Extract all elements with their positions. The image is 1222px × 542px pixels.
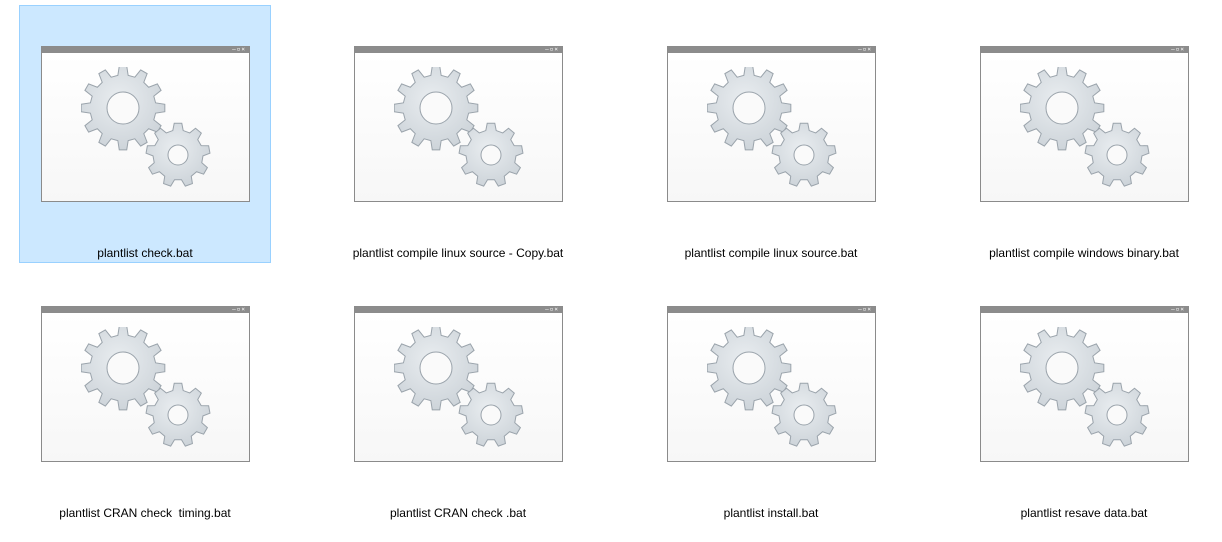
gear-hole — [1106, 404, 1128, 426]
file-name-label: plantlist compile linux source.bat — [684, 246, 858, 260]
gear-hole — [480, 144, 502, 166]
gear-hole — [1106, 144, 1128, 166]
batch-file-thumbnail: –▫× — [354, 306, 563, 462]
gear-hole — [793, 404, 815, 426]
batch-file-thumbnail: –▫× — [980, 306, 1189, 462]
gears-icon — [1020, 327, 1150, 447]
gear-hole — [1045, 351, 1079, 385]
gears-icon — [707, 67, 837, 187]
gear-hole — [732, 91, 766, 125]
gear-hole — [1045, 91, 1079, 125]
previous-row-fragment — [758, 0, 782, 2]
gear-hole — [106, 91, 140, 125]
file-item[interactable]: –▫× plantlist resave data.bat — [958, 265, 1210, 523]
file-explorer-large-icons-view: –▫× plantlist check.bat –▫× plantlist co… — [0, 0, 1222, 542]
file-item[interactable]: –▫× plantlist CRAN check .bat — [332, 265, 584, 523]
batch-file-thumbnail: –▫× — [667, 46, 876, 202]
gears-icon — [394, 327, 524, 447]
gear-hole — [480, 404, 502, 426]
gear-hole — [167, 404, 189, 426]
file-name-label: plantlist CRAN check timing.bat — [59, 506, 231, 520]
batch-file-thumbnail: –▫× — [667, 306, 876, 462]
gear-hole — [106, 351, 140, 385]
file-item[interactable]: –▫× plantlist compile linux source.bat — [645, 5, 897, 263]
gears-icon — [81, 327, 211, 447]
file-name-label: plantlist compile linux source - Copy.ba… — [352, 246, 564, 260]
batch-file-thumbnail: –▫× — [41, 306, 250, 462]
file-name-label: plantlist install.bat — [723, 506, 819, 520]
file-item[interactable]: –▫× plantlist install.bat — [645, 265, 897, 523]
file-item[interactable]: –▫× plantlist CRAN check timing.bat — [19, 265, 271, 523]
gear-hole — [167, 144, 189, 166]
gears-icon — [394, 67, 524, 187]
file-name-label: plantlist compile windows binary.bat — [989, 246, 1179, 260]
batch-file-thumbnail: –▫× — [41, 46, 250, 202]
gears-icon — [1020, 67, 1150, 187]
previous-row-fragment — [443, 0, 467, 2]
gears-icon — [707, 327, 837, 447]
file-item[interactable]: –▫× plantlist compile linux source - Cop… — [332, 5, 584, 263]
gears-icon — [81, 67, 211, 187]
previous-row-fragment — [1070, 0, 1094, 2]
gear-hole — [419, 91, 453, 125]
file-name-label: plantlist resave data.bat — [1020, 506, 1148, 520]
gear-hole — [732, 351, 766, 385]
file-name-label: plantlist CRAN check .bat — [389, 506, 527, 520]
batch-file-thumbnail: –▫× — [354, 46, 563, 202]
gear-hole — [793, 144, 815, 166]
file-name-label: plantlist check.bat — [97, 246, 193, 260]
gear-hole — [419, 351, 453, 385]
file-item[interactable]: –▫× plantlist check.bat — [19, 5, 271, 263]
file-item[interactable]: –▫× plantlist compile windows binary.bat — [958, 5, 1210, 263]
batch-file-thumbnail: –▫× — [980, 46, 1189, 202]
